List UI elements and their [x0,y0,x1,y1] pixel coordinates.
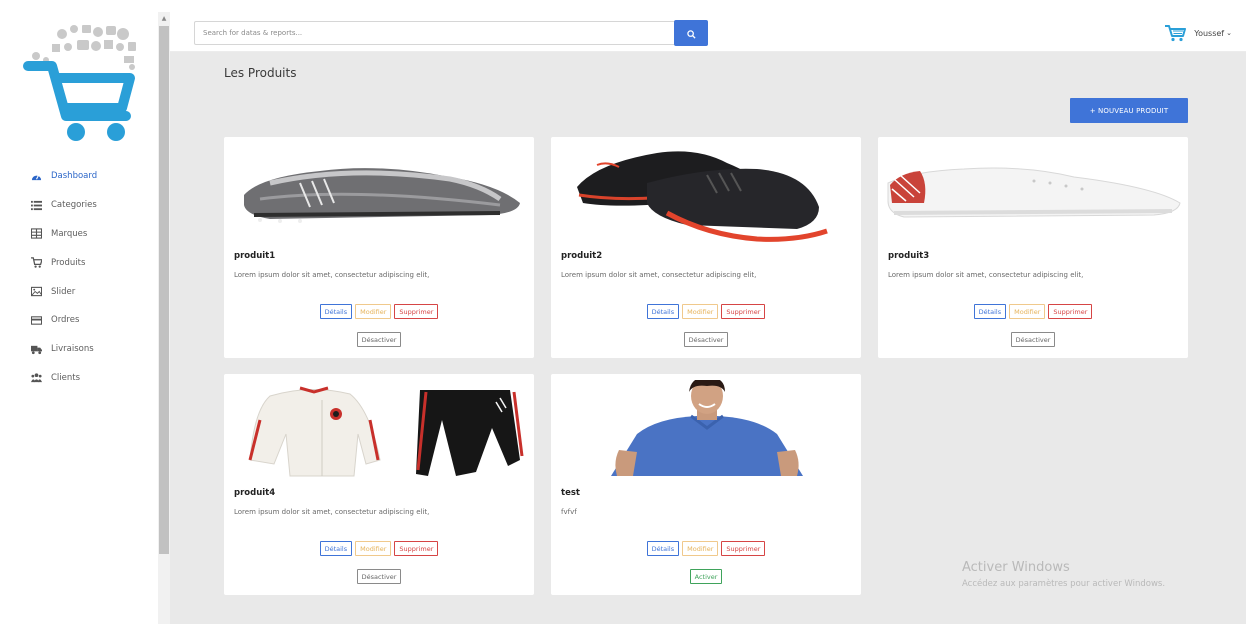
sidebar-item-label: Dashboard [51,171,98,182]
edit-button[interactable]: Modifier [682,541,719,556]
deactivate-button[interactable]: Désactiver [356,569,402,584]
sidebar-item-ordres[interactable]: Ordres [30,306,156,335]
sidebar-item-produits[interactable]: Produits [30,248,156,277]
cart-icon [30,257,42,269]
watermark-subtitle: Accédez aux paramètres pour activer Wind… [962,579,1166,589]
product-image [230,380,528,480]
deactivate-button[interactable]: Désactiver [356,332,402,347]
dashboard-icon [30,170,42,182]
delete-button[interactable]: Supprimer [1048,304,1093,319]
sidebar-item-label: Ordres [51,315,80,326]
sidebar-item-label: Clients [51,372,81,383]
deactivate-button[interactable]: Désactiver [1010,332,1056,347]
product-description: fvfvf [561,508,577,516]
details-button[interactable]: Détails [319,541,353,556]
edit-button[interactable]: Modifier [682,304,719,319]
search-button[interactable] [674,20,708,46]
product-name: test [561,488,580,498]
user-menu[interactable]: Youssef ⌄ [1164,23,1232,43]
sidebar-item-livraisons[interactable]: Livraisons [30,335,156,364]
product-image [557,377,855,480]
sidebar-item-categories[interactable]: Categories [30,191,156,220]
main-content: Les Produits + NOUVEAU PRODUIT produit1 … [170,52,1246,624]
edit-button[interactable]: Modifier [1009,304,1046,319]
product-actions: Détails Modifier Supprimer [224,304,534,319]
product-toggle-row: Désactiver [551,332,861,347]
product-name: produit4 [234,488,276,498]
watermark-title: Activer Windows [962,560,1070,575]
delete-button[interactable]: Supprimer [394,304,439,319]
product-image [557,143,855,243]
edit-button[interactable]: Modifier [355,304,392,319]
list-icon [30,199,42,211]
product-toggle-row: Désactiver [878,332,1188,347]
grid-icon [30,228,42,240]
delete-button[interactable]: Supprimer [721,304,766,319]
product-toggle-row: Désactiver [224,569,534,584]
sidebar-item-marques[interactable]: Marques [30,220,156,249]
edit-button[interactable]: Modifier [355,541,392,556]
product-name: produit1 [234,251,276,261]
product-card: test fvfvf Détails Modifier Supprimer Ac… [551,374,861,595]
sidebar-item-label: Categories [51,200,97,211]
product-description: Lorem ipsum dolor sit amet, consectetur … [234,271,430,279]
scroll-up-icon[interactable]: ▲ [158,14,170,24]
product-toggle-row: Désactiver [224,332,534,347]
search-icon [686,24,696,43]
top-border [0,0,1246,12]
product-description: Lorem ipsum dolor sit amet, consectetur … [888,271,1084,279]
product-actions: Détails Modifier Supprimer [551,304,861,319]
delete-button[interactable]: Supprimer [721,541,766,556]
sidebar-item-label: Produits [51,257,86,268]
product-image [884,143,1182,243]
search-input[interactable] [195,22,675,44]
product-actions: Détails Modifier Supprimer [551,541,861,556]
activate-button[interactable]: Activer [689,569,723,584]
details-button[interactable]: Détails [646,541,680,556]
details-button[interactable]: Détails [646,304,680,319]
details-button[interactable]: Détails [319,304,353,319]
product-card: produit3 Lorem ipsum dolor sit amet, con… [878,137,1188,358]
product-description: Lorem ipsum dolor sit amet, consectetur … [561,271,757,279]
cart-icon [1164,24,1187,42]
page: Dashboard Categories Marques Produits Sl… [0,0,1246,624]
card-icon [30,314,42,326]
scrollbar-thumb[interactable] [159,26,169,554]
sidebar-item-label: Livraisons [51,344,94,355]
page-title: Les Produits [224,66,297,80]
sidebar-item-label: Slider [51,286,76,297]
new-product-button[interactable]: + NOUVEAU PRODUIT [1070,98,1188,123]
sidebar: Dashboard Categories Marques Produits Sl… [0,12,158,624]
deactivate-button[interactable]: Désactiver [683,332,729,347]
product-actions: Détails Modifier Supprimer [878,304,1188,319]
sidebar-item-clients[interactable]: Clients [30,364,156,393]
product-card: produit4 Lorem ipsum dolor sit amet, con… [224,374,534,595]
product-actions: Détails Modifier Supprimer [224,541,534,556]
chevron-down-icon: ⌄ [1226,29,1232,37]
product-toggle-row: Activer [551,569,861,584]
sidebar-scrollbar[interactable]: ▲ [158,12,170,624]
users-icon [30,372,42,384]
product-image [230,143,528,243]
search-box [194,21,676,45]
details-button[interactable]: Détails [973,304,1007,319]
user-name: Youssef [1194,28,1225,38]
image-icon [30,286,42,298]
product-card: produit2 Lorem ipsum dolor sit amet, con… [551,137,861,358]
truck-icon [30,343,42,355]
sidebar-item-slider[interactable]: Slider [30,277,156,306]
sidebar-nav: Dashboard Categories Marques Produits Sl… [30,162,156,392]
sidebar-item-dashboard[interactable]: Dashboard [30,162,156,191]
product-description: Lorem ipsum dolor sit amet, consectetur … [234,508,430,516]
sidebar-item-label: Marques [51,228,88,239]
topbar: Youssef ⌄ [170,12,1246,52]
product-name: produit2 [561,251,603,261]
shopping-cart-logo[interactable] [22,20,140,144]
delete-button[interactable]: Supprimer [394,541,439,556]
product-card: produit1 Lorem ipsum dolor sit amet, con… [224,137,534,358]
product-name: produit3 [888,251,930,261]
windows-activation-watermark: Activer Windows Accédez aux paramètres p… [962,560,1165,589]
